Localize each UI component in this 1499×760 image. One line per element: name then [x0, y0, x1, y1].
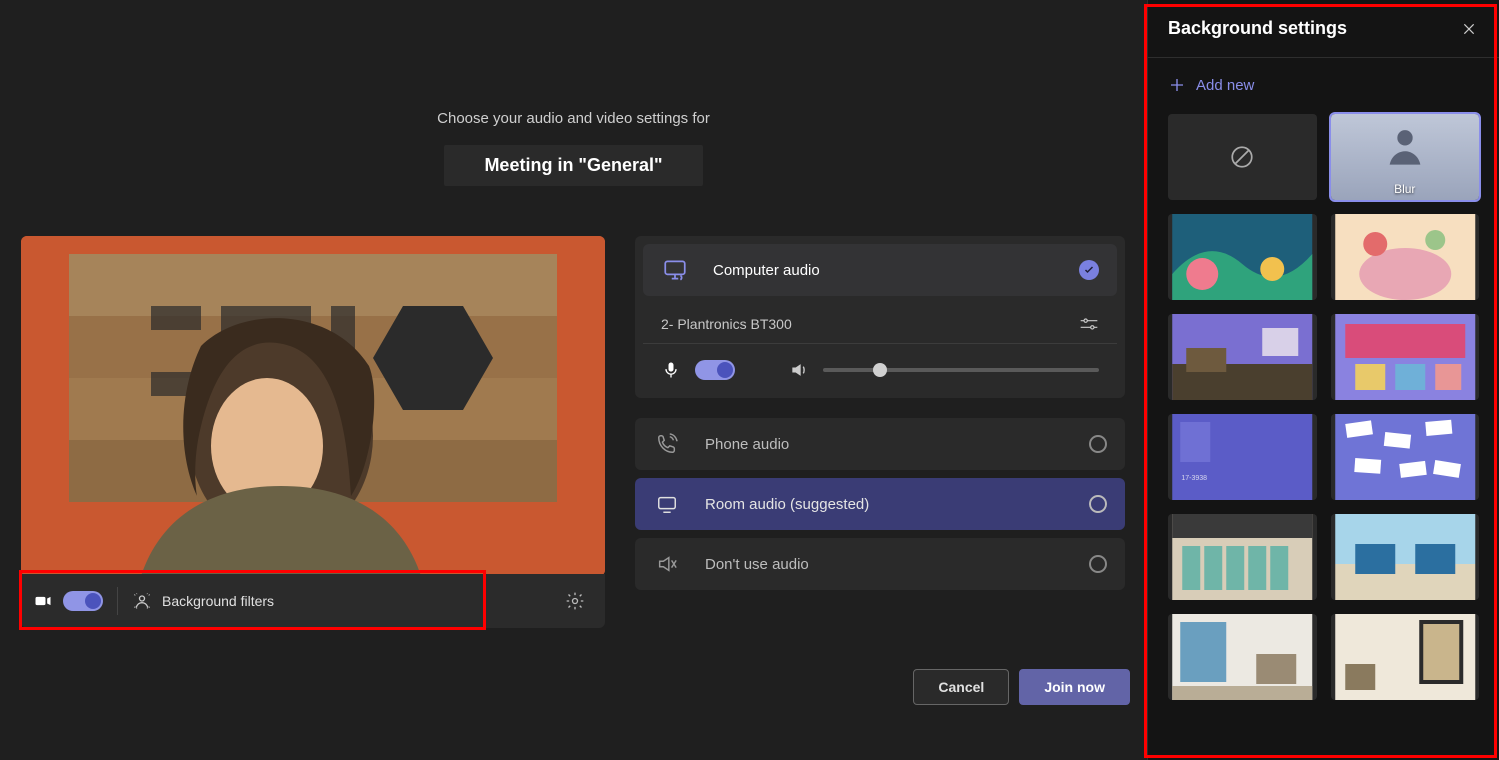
- person-icon: [1382, 123, 1428, 169]
- video-preview: [21, 236, 605, 576]
- check-icon: [1079, 260, 1099, 280]
- svg-text:17-3938: 17-3938: [1181, 475, 1207, 482]
- bg-tile-image[interactable]: [1331, 514, 1480, 600]
- radio-icon: [1089, 435, 1107, 453]
- mic-icon: [661, 360, 681, 380]
- bg-tile-image[interactable]: [1331, 414, 1480, 500]
- audio-option-computer[interactable]: Computer audio: [643, 244, 1117, 296]
- audio-device-name: 2- Plantronics BT300: [661, 316, 1079, 332]
- bg-tile-image[interactable]: [1331, 214, 1480, 300]
- sliders-icon: [1079, 314, 1099, 334]
- audio-option-label: Room audio (suggested): [705, 496, 1089, 513]
- video-icon: [33, 591, 53, 611]
- speaker-icon: [789, 360, 809, 380]
- page-title: Meeting in "General": [444, 145, 702, 186]
- sidebar-title: Background settings: [1168, 18, 1459, 39]
- bg-tile-none[interactable]: [1168, 114, 1317, 200]
- plus-icon: [1168, 76, 1186, 94]
- monitor-icon: [656, 493, 678, 515]
- speaker-off-icon: [656, 553, 678, 575]
- background-filters-icon: [132, 591, 152, 611]
- radio-icon: [1089, 495, 1107, 513]
- volume-slider[interactable]: [823, 368, 1099, 372]
- add-new-button[interactable]: Add new: [1168, 76, 1479, 94]
- video-toggle[interactable]: [63, 591, 103, 611]
- monitor-icon: [662, 257, 688, 283]
- audio-option-room[interactable]: Room audio (suggested): [635, 478, 1125, 530]
- video-controls: Background filters: [21, 574, 605, 628]
- close-button[interactable]: [1459, 19, 1479, 39]
- add-new-label: Add new: [1196, 77, 1254, 94]
- device-settings-button[interactable]: [557, 583, 593, 619]
- gear-icon: [565, 591, 585, 611]
- video-preview-image: [21, 236, 605, 576]
- bg-tile-image[interactable]: [1331, 314, 1480, 400]
- bg-tile-image[interactable]: [1331, 614, 1480, 700]
- video-panel: Background filters: [21, 236, 605, 628]
- background-filters-button[interactable]: Background filters: [132, 591, 557, 611]
- audio-option-phone[interactable]: Phone audio: [635, 418, 1125, 470]
- audio-option-none[interactable]: Don't use audio: [635, 538, 1125, 590]
- audio-device-select[interactable]: 2- Plantronics BT300: [643, 296, 1117, 344]
- audio-option-label: Phone audio: [705, 436, 1089, 453]
- close-icon: [1461, 21, 1477, 37]
- bg-tile-image[interactable]: 17-3938: [1168, 414, 1317, 500]
- audio-option-label: Computer audio: [713, 262, 1079, 279]
- audio-panel: Computer audio 2- Plantronics BT300: [635, 236, 1125, 628]
- audio-option-label: Don't use audio: [705, 556, 1089, 573]
- bg-tile-image[interactable]: [1168, 314, 1317, 400]
- bg-tile-image[interactable]: [1168, 514, 1317, 600]
- page-subtitle: Choose your audio and video settings for: [0, 110, 1147, 127]
- mic-toggle[interactable]: [695, 360, 735, 380]
- radio-icon: [1089, 555, 1107, 573]
- bg-tile-image[interactable]: [1168, 214, 1317, 300]
- phone-icon: [656, 433, 678, 455]
- bg-tile-blur[interactable]: Blur: [1331, 114, 1480, 200]
- bg-tile-label: Blur: [1331, 182, 1480, 196]
- background-settings-panel: Background settings Add new Blur: [1147, 0, 1499, 760]
- none-icon: [1229, 144, 1255, 170]
- bg-tile-image[interactable]: [1168, 614, 1317, 700]
- join-now-button[interactable]: Join now: [1019, 669, 1130, 705]
- cancel-button[interactable]: Cancel: [913, 669, 1009, 705]
- background-filters-label: Background filters: [162, 593, 274, 609]
